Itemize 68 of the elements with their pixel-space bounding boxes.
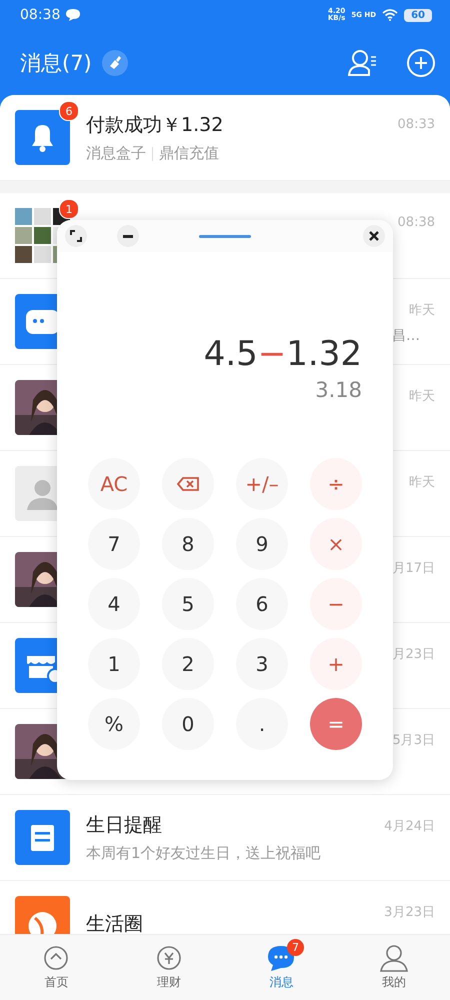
close-icon	[369, 231, 379, 241]
calculator-key[interactable]: 1	[88, 638, 140, 690]
message-time: 3月23日	[384, 904, 435, 921]
message-time: 月23日	[392, 646, 435, 663]
contacts-icon[interactable]	[348, 48, 378, 76]
message-preview: 昌…	[392, 327, 420, 345]
message-time: 4月24日	[384, 818, 435, 835]
wifi-icon	[382, 9, 398, 21]
calculator-key[interactable]: 9	[236, 518, 288, 570]
person-icon	[378, 944, 409, 972]
backspace-icon	[177, 477, 199, 491]
message-time: 昨天	[409, 388, 435, 405]
chat-icon	[266, 944, 296, 972]
message-time: 昨天	[409, 474, 435, 491]
status-time: 08:38	[20, 7, 60, 23]
calendar-icon	[15, 810, 70, 865]
message-source: 消息盒子	[86, 144, 146, 163]
calculator-key[interactable]: ×	[310, 518, 362, 570]
message-row[interactable]: 6 付款成功￥1.32 消息盒子 鼎信充值 08:33	[0, 95, 450, 181]
tab[interactable]: 理财	[112, 935, 225, 1000]
tab[interactable]: 消息 7	[225, 935, 338, 1000]
unread-badge: 7	[287, 939, 304, 956]
calculator-key[interactable]: +	[310, 638, 362, 690]
unread-badge: 6	[59, 101, 79, 121]
calculator-key[interactable]: 8	[162, 518, 214, 570]
calculator-key[interactable]: AC	[88, 458, 140, 510]
calculator-key[interactable]: 5	[162, 578, 214, 630]
message-time: 08:33	[398, 117, 435, 132]
message-title: 生日提醒	[86, 813, 162, 838]
message-title: 生活圈	[86, 912, 143, 934]
expression: 4.5−1.32	[204, 334, 362, 374]
message-preview: 本周有1个好友过生日，送上祝福吧	[86, 844, 321, 863]
message-icon	[66, 9, 80, 21]
add-icon[interactable]	[406, 48, 436, 78]
calculator-key[interactable]: +/–	[236, 458, 288, 510]
calculator-key[interactable]: .	[236, 698, 288, 750]
message-time: 昨天	[409, 302, 435, 319]
message-row[interactable]: 生日提醒 本周有1个好友过生日，送上祝福吧 4月24日	[0, 795, 450, 881]
result: 3.18	[315, 378, 362, 402]
broom-icon[interactable]	[102, 50, 128, 76]
message-time: 08:38	[398, 215, 435, 230]
message-row[interactable]: 生活圈 3月23日	[0, 881, 450, 934]
page-title: 消息(7)	[20, 50, 92, 76]
calculator-key[interactable]: ÷	[310, 458, 362, 510]
calculator-key[interactable]: 7	[88, 518, 140, 570]
drag-handle[interactable]	[199, 234, 251, 238]
tab[interactable]: 我的	[338, 935, 450, 1000]
minimize-icon	[123, 234, 133, 238]
calculator-key[interactable]: 3	[236, 638, 288, 690]
message-time: 月17日	[392, 560, 435, 577]
message-title: 付款成功￥1.32	[86, 113, 224, 138]
calculator-key[interactable]: 2	[162, 638, 214, 690]
message-time: 5月3日	[392, 732, 435, 749]
calculator-key[interactable]: 0	[162, 698, 214, 750]
expand-icon	[70, 230, 82, 242]
calculator-key[interactable]: 4	[88, 578, 140, 630]
minimize-button[interactable]	[117, 225, 139, 247]
calculator-key[interactable]: −	[310, 578, 362, 630]
calculator-key[interactable]: %	[88, 698, 140, 750]
unread-badge: 1	[59, 199, 79, 219]
close-button[interactable]	[363, 225, 385, 247]
expand-button[interactable]	[65, 225, 87, 247]
tab[interactable]: 首页	[0, 935, 112, 1000]
battery-level: 60	[404, 8, 432, 22]
calculator-key[interactable]: 6	[236, 578, 288, 630]
home-icon	[42, 944, 70, 972]
message-preview: 鼎信充值	[159, 144, 219, 163]
coin-icon	[154, 944, 183, 972]
